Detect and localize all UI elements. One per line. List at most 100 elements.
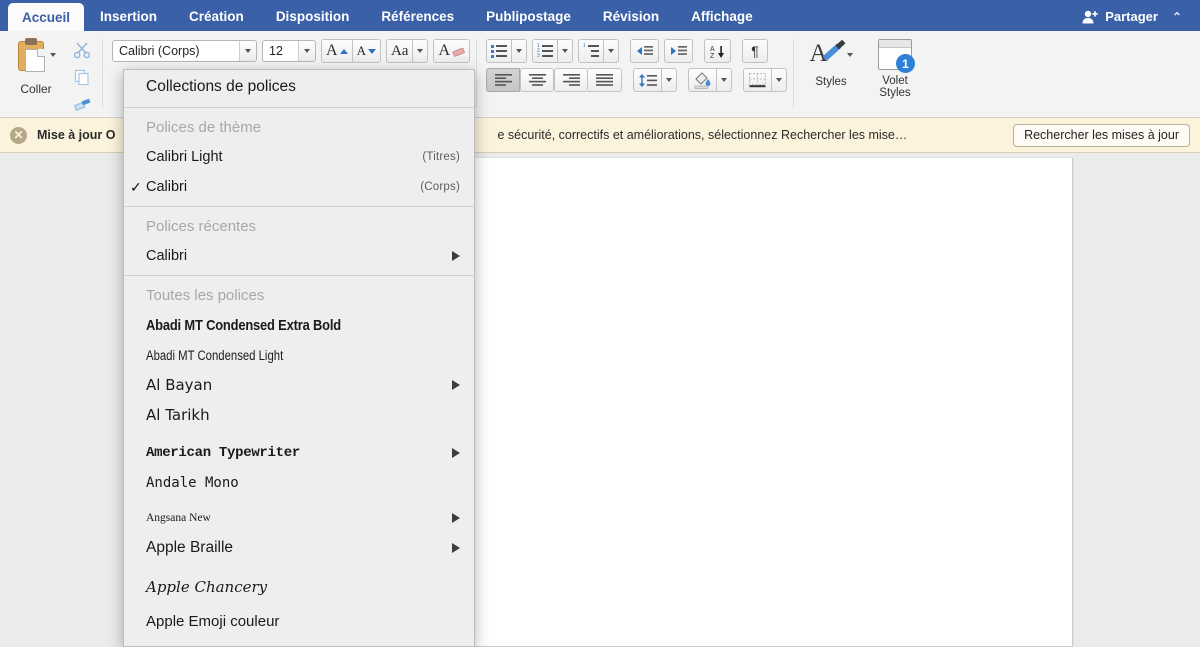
check-updates-button[interactable]: Rechercher les mises à jour (1013, 123, 1190, 147)
chevron-down-icon[interactable] (298, 41, 315, 61)
align-center-button[interactable] (520, 68, 555, 92)
menu-item-apple-chancery[interactable]: Apple Chancery (124, 572, 474, 602)
shrink-font-button[interactable]: A (352, 39, 381, 63)
shading-button[interactable] (688, 68, 718, 92)
menu-item-label: Abadi MT Condensed Light (146, 347, 284, 363)
menu-item-recent-calibri[interactable]: Calibri (124, 241, 474, 271)
menu-separator (124, 275, 474, 276)
font-size-steppers: A A (321, 39, 381, 63)
font-size-value: 12 (269, 44, 283, 58)
numbered-list-icon: 1 2 3 (537, 43, 554, 59)
multilevel-split: 1 (578, 39, 620, 63)
align-justify-icon (596, 74, 614, 86)
menu-item-tag: (Titres) (422, 151, 460, 163)
tab-label: Création (189, 9, 244, 24)
change-case-dropdown[interactable] (413, 39, 429, 63)
shading-dropdown[interactable] (717, 68, 733, 92)
menu-item-label: Apple Emoji couleur (146, 612, 280, 630)
scissors-icon (73, 42, 91, 58)
chevron-down-icon[interactable] (239, 41, 256, 61)
grow-font-button[interactable]: A (321, 39, 353, 63)
format-painter-button[interactable] (68, 91, 96, 116)
ribbon-tab-bar: Accueil Insertion Création Disposition R… (0, 0, 1200, 31)
chevron-down-icon[interactable] (846, 53, 853, 57)
styles-pane-badge: 1 (896, 54, 916, 73)
cut-button[interactable] (68, 37, 96, 62)
menu-item-calibri-theme[interactable]: ✓ Calibri (Corps) (124, 172, 474, 202)
menu-item-andale-mono[interactable]: Andale Mono (124, 468, 474, 498)
tab-publipostage[interactable]: Publipostage (470, 2, 587, 31)
menu-item-label: Collections de polices (146, 77, 296, 95)
menu-item-al-bayan[interactable]: Al Bayan (124, 370, 474, 400)
align-right-button[interactable] (554, 68, 589, 92)
close-circle-icon[interactable]: ✕ (10, 126, 27, 144)
styles-button[interactable]: A Styles (805, 35, 857, 118)
bullets-button[interactable] (486, 39, 513, 63)
chevron-up-icon[interactable]: ⌃ (1164, 10, 1190, 24)
menu-item-font-collections[interactable]: Collections de polices (124, 70, 474, 103)
bullets-dropdown[interactable] (512, 39, 528, 63)
font-size-combo[interactable]: 12 (262, 40, 316, 62)
submenu-arrow-icon (452, 251, 460, 261)
menu-item-calibri-light[interactable]: Calibri Light (Titres) (124, 142, 474, 172)
line-spacing-button[interactable] (633, 68, 663, 92)
tab-accueil[interactable]: Accueil (8, 3, 85, 31)
submenu-arrow-icon (452, 513, 460, 523)
tab-disposition[interactable]: Disposition (260, 2, 366, 31)
font-family-combo[interactable]: Calibri (Corps) (112, 40, 257, 62)
tab-creation[interactable]: Création (173, 2, 260, 31)
borders-split (743, 68, 788, 92)
paragraph-row-1: 1 2 3 1 A Z ¶ (486, 39, 787, 63)
menu-item-angsana-new[interactable]: Angsana New (124, 503, 474, 533)
borders-button[interactable] (743, 68, 773, 92)
styles-pane-button[interactable]: 1 Volet Styles (869, 35, 921, 118)
styles-pane-label-line2: Styles (879, 87, 911, 99)
menu-item-tag: (Corps) (420, 181, 460, 193)
copy-button[interactable] (68, 64, 96, 89)
line-spacing-dropdown[interactable] (662, 68, 678, 92)
tab-references[interactable]: Références (365, 2, 470, 31)
borders-dropdown[interactable] (772, 68, 788, 92)
numbering-split: 1 2 3 (532, 39, 574, 63)
clear-formatting-button[interactable]: A (433, 39, 471, 63)
menu-item-apple-emoji-couleur[interactable]: Apple Emoji couleur (124, 606, 474, 636)
numbering-dropdown[interactable] (558, 39, 574, 63)
tab-affichage[interactable]: Affichage (675, 2, 769, 31)
menu-item-apple-braille[interactable]: Apple Braille (124, 533, 474, 563)
align-right-icon (562, 74, 580, 86)
align-justify-button[interactable] (588, 68, 623, 92)
menu-separator (124, 107, 474, 108)
change-case-button[interactable]: Aa (385, 39, 414, 63)
menu-item-label: Al Tarikh (146, 406, 210, 424)
styles-pane-icon: 1 (878, 39, 916, 73)
show-formatting-marks-button[interactable]: ¶ (742, 39, 769, 63)
menu-item-american-typewriter[interactable]: American Typewriter (124, 438, 474, 468)
decrease-indent-button[interactable] (630, 39, 660, 63)
multilevel-list-button[interactable]: 1 (578, 39, 605, 63)
sort-button[interactable]: A Z (704, 39, 732, 63)
menu-item-abadi-extra-bold[interactable]: Abadi MT Condensed Extra Bold (124, 310, 474, 340)
shading-split (688, 68, 733, 92)
multilevel-dropdown[interactable] (604, 39, 620, 63)
menu-item-apple-symbols[interactable]: Apple Symbols (124, 640, 474, 646)
styles-brush-icon: A (810, 39, 846, 71)
pilcrow-icon: ¶ (751, 43, 759, 59)
paste-button[interactable]: Coller (8, 35, 64, 118)
alignment-buttons (486, 68, 623, 92)
chevron-down-icon[interactable] (49, 53, 56, 57)
menu-item-label: Apple Chancery (146, 578, 268, 596)
tab-revision[interactable]: Révision (587, 2, 675, 31)
menu-item-label: American Typewriter (146, 445, 300, 461)
paste-label: Coller (20, 82, 52, 96)
document-page[interactable] (472, 158, 1073, 647)
increase-indent-button[interactable] (664, 39, 694, 63)
menu-item-al-tarikh[interactable]: Al Tarikh (124, 400, 474, 430)
menu-item-abadi-light[interactable]: Abadi MT Condensed Light (124, 340, 474, 370)
styles-label: Styles (815, 76, 847, 88)
tab-insertion[interactable]: Insertion (84, 2, 173, 31)
numbering-button[interactable]: 1 2 3 (532, 39, 559, 63)
align-left-button[interactable] (486, 68, 521, 92)
notification-message: e sécurité, correctifs et améliorations,… (497, 128, 908, 142)
change-case-label: Aa (390, 42, 409, 59)
share-button[interactable]: Partager ⌃ (1082, 2, 1200, 31)
